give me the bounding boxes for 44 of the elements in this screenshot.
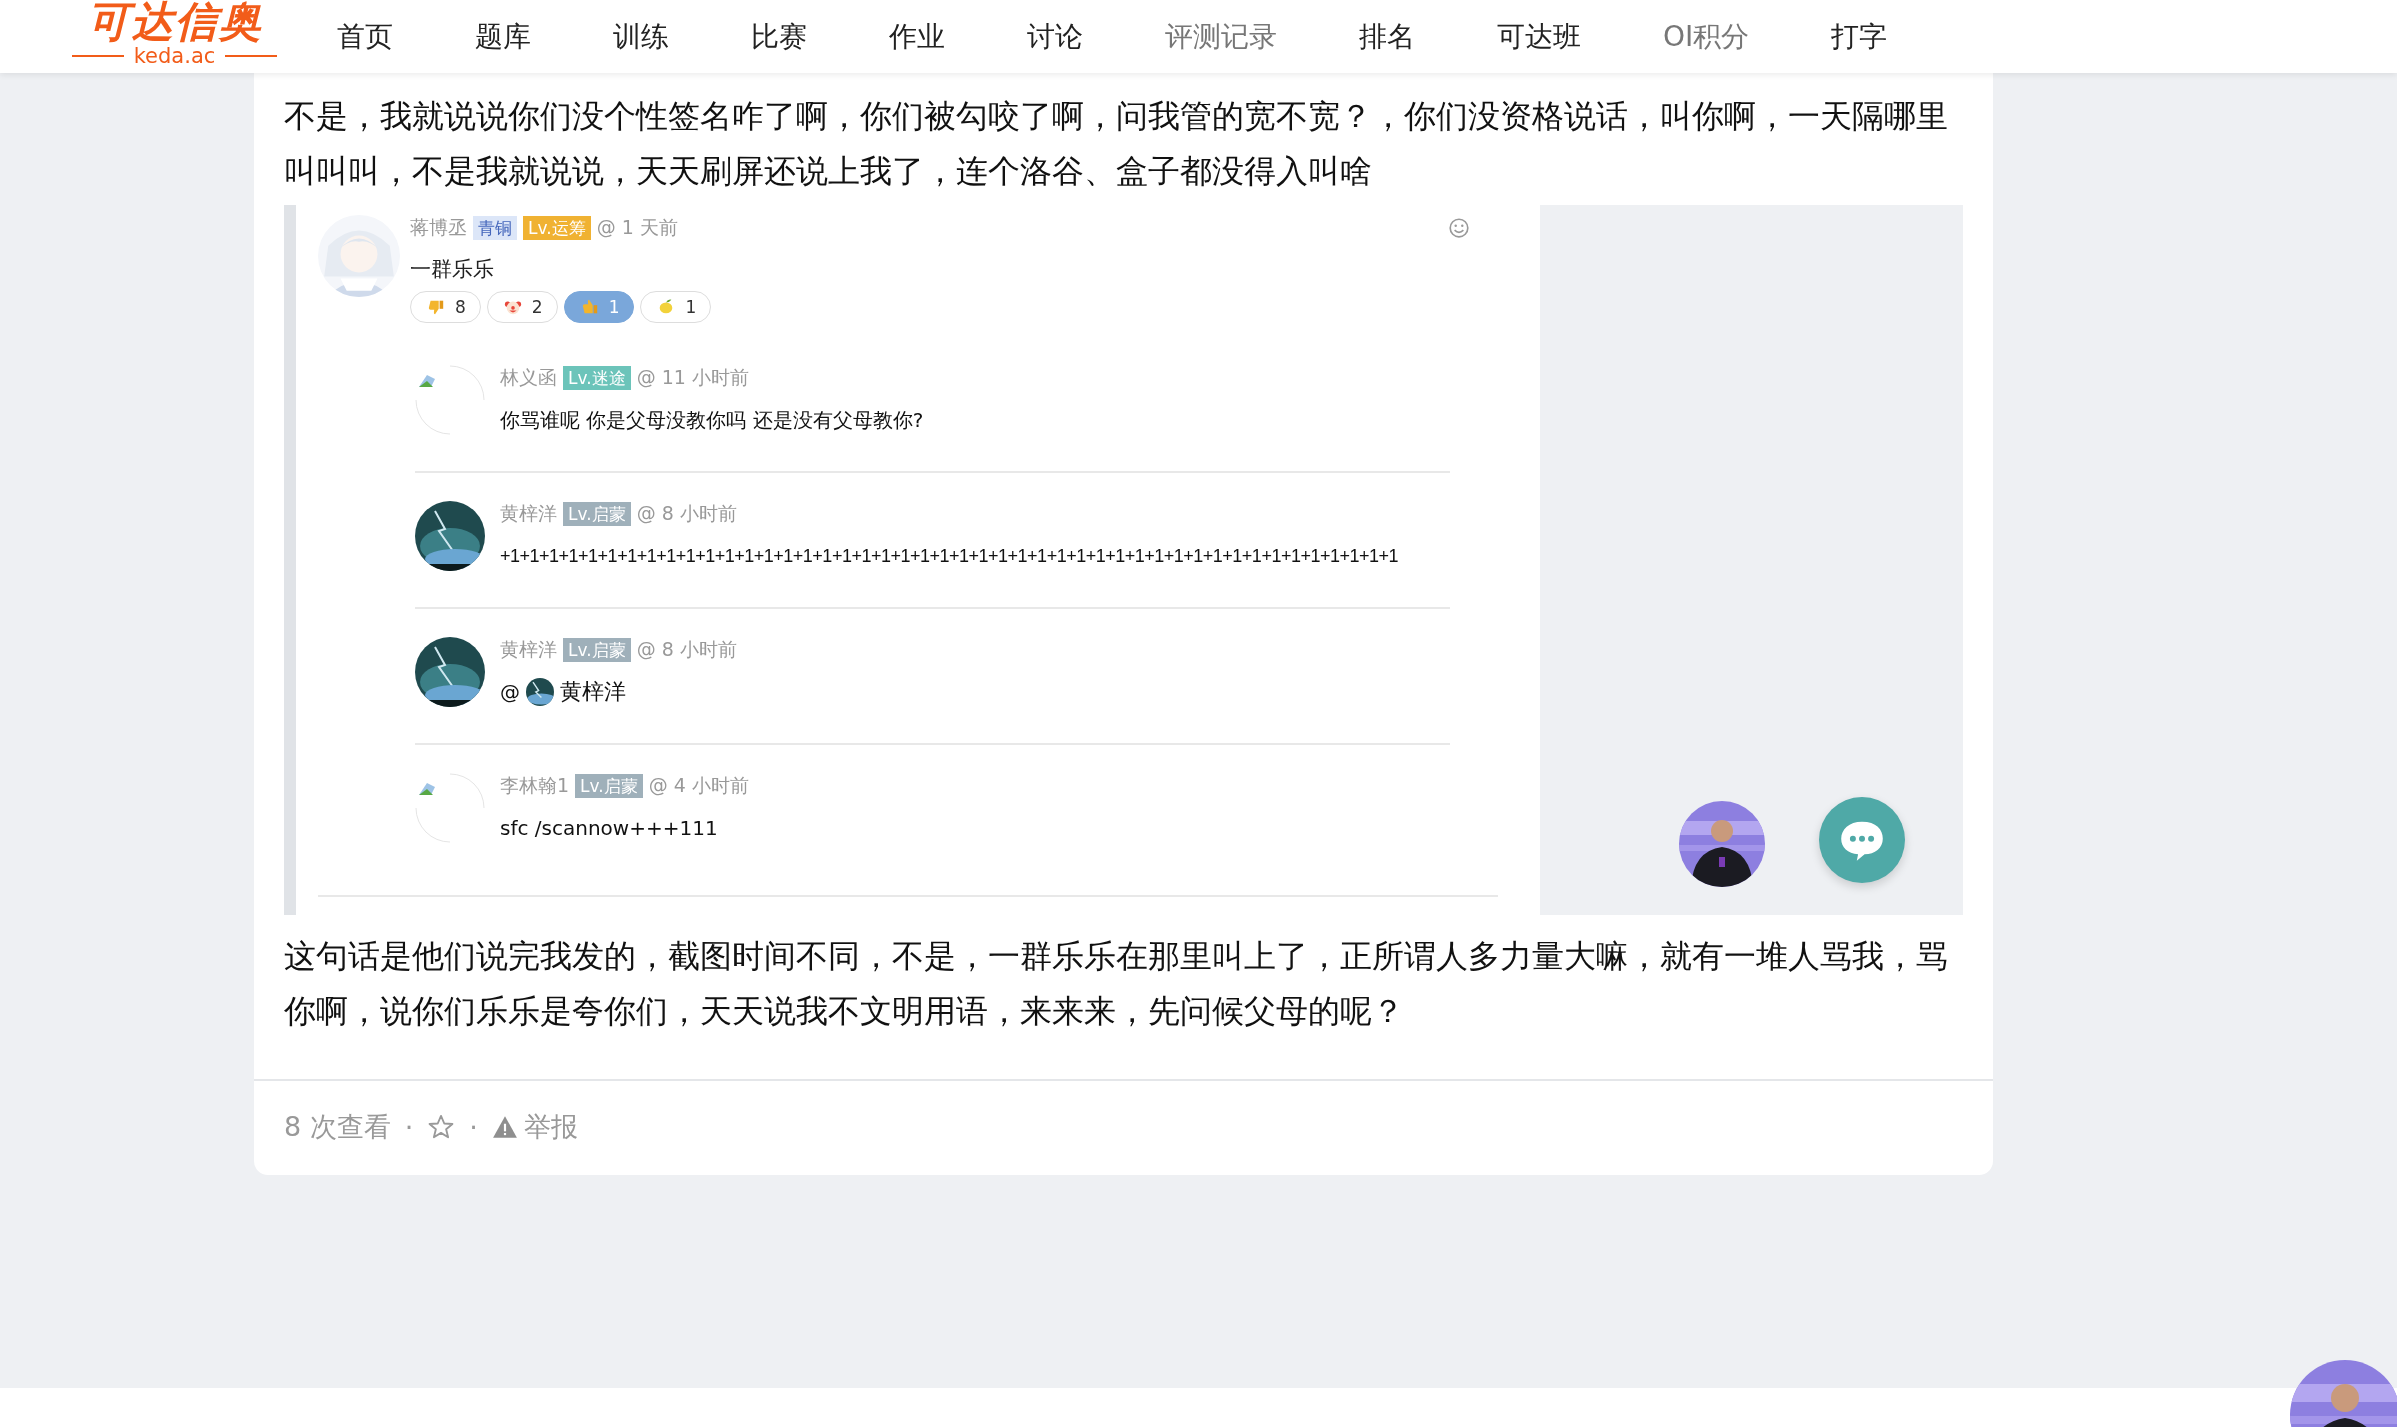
view-count: 8 次查看 xyxy=(284,1110,391,1144)
thumbs-up-icon xyxy=(580,298,599,316)
nav-link[interactable]: 首页 xyxy=(337,17,393,56)
reaction-button[interactable]: 8 xyxy=(410,291,481,323)
separator-dot: · xyxy=(403,1111,415,1143)
nav-link[interactable]: 题库 xyxy=(475,17,531,56)
comment-text: 一群乐乐 xyxy=(410,256,495,283)
nav-link[interactable]: 可达班 xyxy=(1497,17,1581,56)
post-paragraph: 不是，我就说说你们没个性签名咋了啊，你们被勾咬了啊，问我管的宽不宽？，你们没资格说话，叫你啊，一天隔哪里叫叫叫，不是我就说说，天天刷屏还说上我了，连个洛谷、盒子都没得入叫啥 xyxy=(284,96,1949,192)
warning-icon xyxy=(491,1114,518,1140)
level-badge: Lv.启蒙 xyxy=(563,638,631,662)
level-badge: Lv.启蒙 xyxy=(563,502,631,526)
timestamp: @ 11 小时前 xyxy=(636,365,749,390)
star-icon[interactable] xyxy=(427,1113,456,1141)
reply-text: +1+1+1+1+1+1+1+1+1+1+1+1+1+1+1+1+1+1+1+1+1+1+1+1+1+1+1+1+1+1+1+1+1+1+1+1+1+1+1+1+1+1+1+1+1+1 xyxy=(500,545,1400,568)
level-badge: Lv.运筹 xyxy=(523,216,591,240)
nav-link[interactable]: OI积分 xyxy=(1663,17,1750,56)
nav-link[interactable]: 作业 xyxy=(889,17,945,56)
level-badge: 青铜 xyxy=(473,216,517,240)
timestamp: @ 4 小时前 xyxy=(648,773,749,798)
reply-text: sfc /scannow+++111 xyxy=(500,815,719,842)
at-sign: @ xyxy=(500,679,520,706)
nav-link[interactable]: 比赛 xyxy=(751,17,807,56)
mention-link[interactable]: 黄梓洋 xyxy=(560,677,626,707)
reaction-button[interactable]: 2 xyxy=(486,291,558,323)
reply-text: 你骂谁呢 你是父母没教你吗 还是没有父母教你? xyxy=(500,407,925,434)
level-badge: Lv.迷途 xyxy=(563,366,631,390)
nav-link[interactable]: 排名 xyxy=(1359,17,1415,56)
emoji-icon[interactable] xyxy=(1448,217,1470,239)
nav-link[interactable]: 评测记录 xyxy=(1165,17,1277,56)
timestamp: @ 8 小时前 xyxy=(636,501,737,526)
timestamp: @ 8 小时前 xyxy=(636,637,737,662)
nav-link[interactable]: 训练 xyxy=(613,17,669,56)
broken-image-icon xyxy=(415,365,485,435)
separator-dot: · xyxy=(468,1111,479,1143)
thumbs-down-icon xyxy=(427,298,445,316)
level-badge: Lv.启蒙 xyxy=(575,774,643,798)
reaction-button[interactable]: 1 xyxy=(640,291,712,323)
chat-button[interactable] xyxy=(1819,797,1905,883)
nav-link[interactable]: 讨论 xyxy=(1027,17,1083,56)
broken-image-icon xyxy=(415,773,485,843)
nav-link[interactable]: 打字 xyxy=(1831,17,1888,56)
post-paragraph: 这句话是他们说完我发的，截图时间不同，不是，一群乐乐在那里叫上了，正所谓人多力量大嘛，就有一堆人骂我，骂你啊，说你们乐乐是夸你们，天天说我不文明用语，来来来，先问候父母的呢？ xyxy=(284,936,1949,1032)
timestamp: @ 1 天前 xyxy=(596,215,678,240)
